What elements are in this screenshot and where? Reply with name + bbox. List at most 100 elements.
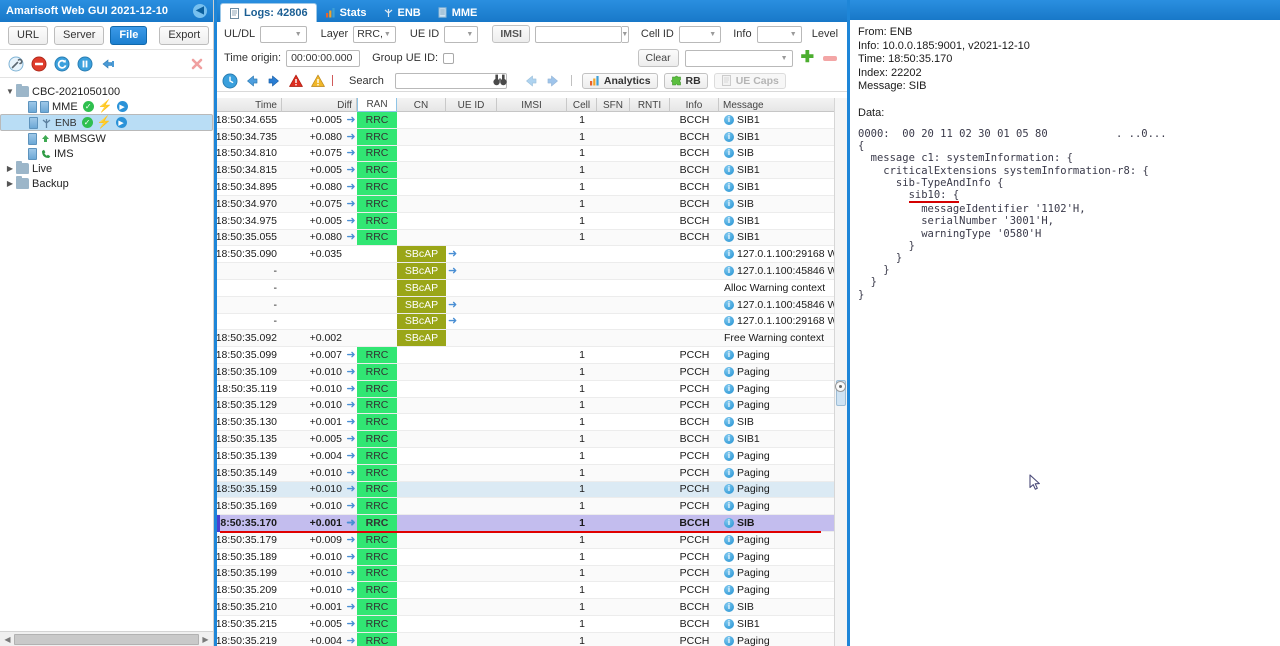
- table-row[interactable]: 18:50:35.109 +0.010 ➜ RRC 1 PCCH i Paging: [217, 363, 847, 381]
- group-ueid-checkbox[interactable]: [443, 52, 455, 64]
- tree-item-enb[interactable]: ENB ✓ ⚡ ▶: [0, 114, 213, 131]
- col-header-cn[interactable]: CN: [397, 98, 446, 112]
- expand-arrow-icon[interactable]: ▶: [4, 179, 16, 188]
- rb-button[interactable]: RB: [663, 72, 708, 89]
- wrench-icon[interactable]: [8, 56, 24, 72]
- clear-button[interactable]: Clear: [637, 49, 679, 67]
- chevron-left-icon[interactable]: ◀: [193, 4, 207, 18]
- tree-item-ims[interactable]: IMS: [0, 146, 213, 161]
- layer-select[interactable]: RRC, ▼: [353, 25, 396, 43]
- add-filter-icon[interactable]: ✚: [801, 50, 814, 66]
- table-row[interactable]: 18:50:35.099 +0.007 ➜ RRC 1 PCCH i Paging: [217, 347, 847, 364]
- tab-stats[interactable]: Stats: [317, 3, 375, 22]
- col-header-ueid[interactable]: UE ID: [446, 98, 497, 112]
- ueid-select[interactable]: ▼: [444, 25, 479, 43]
- table-row[interactable]: 18:50:35.170 +0.001 ➜ RRC 1 BCCH i SIB: [217, 515, 847, 532]
- preset-select[interactable]: ▼: [684, 49, 793, 67]
- table-row[interactable]: 18:50:35.169 +0.010 ➜ RRC 1 PCCH i Paging: [217, 498, 847, 516]
- table-row[interactable]: 18:50:34.735 +0.080 ➜ RRC 1 BCCH i SIB1: [217, 128, 847, 146]
- col-header-message[interactable]: Message: [719, 98, 847, 112]
- tab-mme[interactable]: MME: [429, 3, 486, 22]
- expand-arrow-icon[interactable]: ▼: [4, 87, 16, 96]
- server-button[interactable]: Server: [54, 26, 105, 45]
- imsi-input[interactable]: [534, 25, 622, 43]
- table-row[interactable]: 18:50:35.129 +0.010 ➜ RRC 1 PCCH i Paging: [217, 397, 847, 415]
- col-header-imsi[interactable]: IMSI: [497, 98, 567, 112]
- table-row[interactable]: 18:50:35.092 +0.002 SBcAP Free Warning cont…: [217, 330, 847, 348]
- scrollbar-thumb[interactable]: [14, 633, 199, 645]
- scroll-left-arrow-icon[interactable]: ◀: [2, 634, 13, 645]
- table-row[interactable]: 18:50:35.219 +0.004 ➜ RRC 1 PCCH i Paging: [217, 632, 847, 646]
- clock-icon[interactable]: [222, 73, 238, 89]
- table-row[interactable]: - SBcAP➜ i127.0.1.100:45846 Write repla: [217, 263, 847, 280]
- time-origin-input[interactable]: 00:00:00.000: [286, 49, 361, 67]
- arrow-right-icon[interactable]: [266, 73, 282, 89]
- expand-arrow-icon[interactable]: ▶: [4, 164, 16, 173]
- search-next-icon[interactable]: [545, 73, 561, 89]
- imsi-dropdown-arrow[interactable]: ▼: [621, 25, 629, 43]
- table-row[interactable]: 18:50:34.655 +0.005 ➜ RRC 1 BCCH i SIB1: [217, 112, 847, 129]
- col-header-rnti[interactable]: RNTI: [630, 98, 670, 112]
- uldl-select[interactable]: ▼: [260, 25, 307, 43]
- table-row[interactable]: 18:50:35.189 +0.010 ➜ RRC 1 PCCH i Paging: [217, 548, 847, 566]
- table-row[interactable]: - SBcAP➜ i127.0.1.100:29168 Write repla: [217, 313, 847, 331]
- play-icon[interactable]: ▶: [115, 117, 127, 128]
- table-vertical-scrollbar[interactable]: [834, 98, 847, 646]
- col-header-cell[interactable]: Cell: [567, 98, 597, 112]
- table-row[interactable]: 18:50:35.215 +0.005 ➜ RRC 1 BCCH i SIB1: [217, 615, 847, 633]
- table-row[interactable]: 18:50:35.210 +0.001 ➜ RRC 1 BCCH i SIB: [217, 599, 847, 616]
- table-row[interactable]: 18:50:34.975 +0.005 ➜ RRC 1 BCCH i SIB1: [217, 212, 847, 230]
- arrow-left-icon[interactable]: [244, 73, 260, 89]
- tab-enb[interactable]: ENB: [375, 3, 429, 22]
- play-icon[interactable]: ▶: [116, 101, 128, 112]
- plug-icon[interactable]: [100, 56, 116, 72]
- search-input[interactable]: [394, 72, 507, 89]
- table-row[interactable]: 18:50:35.199 +0.010 ➜ RRC 1 PCCH i Paging: [217, 565, 847, 583]
- stop-icon[interactable]: [31, 56, 47, 72]
- remove-filter-icon[interactable]: [823, 55, 837, 61]
- scroll-knob-icon[interactable]: [835, 381, 846, 392]
- warning-triangle-icon[interactable]: [310, 73, 326, 89]
- search-prev-icon[interactable]: [523, 73, 539, 89]
- col-header-ran[interactable]: RAN: [357, 98, 397, 112]
- tree-item-mme[interactable]: MME ✓ ⚡ ▶: [0, 99, 213, 114]
- scroll-right-arrow-icon[interactable]: ▶: [200, 634, 211, 645]
- file-button[interactable]: File: [110, 26, 148, 45]
- table-row[interactable]: 18:50:35.149 +0.010 ➜ RRC 1 PCCH i Paging: [217, 464, 847, 482]
- col-header-sfn[interactable]: SFN: [597, 98, 630, 112]
- refresh-icon[interactable]: [54, 56, 70, 72]
- tab-logs[interactable]: Logs: 42806: [220, 3, 317, 22]
- table-row[interactable]: - SBcAP Alloc Warning context: [217, 279, 847, 297]
- tree-item-mbmsgw[interactable]: MBMSGW: [0, 131, 213, 146]
- table-row[interactable]: 18:50:35.130 +0.001 ➜ RRC 1 BCCH i SIB: [217, 414, 847, 432]
- error-triangle-icon[interactable]: [288, 73, 304, 89]
- close-icon[interactable]: [189, 56, 205, 72]
- url-button[interactable]: URL: [8, 26, 49, 45]
- pause-icon[interactable]: [77, 56, 93, 72]
- table-row[interactable]: 18:50:35.055 +0.080 ➜ RRC 1 BCCH i SIB1: [217, 229, 847, 247]
- export-button[interactable]: Export: [159, 26, 210, 45]
- table-row[interactable]: 18:50:35.159 +0.010 ➜ RRC 1 PCCH i Paging: [217, 481, 847, 499]
- info-select[interactable]: ▼: [756, 25, 802, 43]
- table-row[interactable]: 18:50:34.895 +0.080 ➜ RRC 1 BCCH i SIB1: [217, 179, 847, 196]
- table-row[interactable]: 18:50:34.970 +0.075 ➜ RRC 1 BCCH i SIB: [217, 195, 847, 213]
- cellid-select[interactable]: ▼: [678, 25, 722, 43]
- table-row[interactable]: - SBcAP➜ i127.0.1.100:45846 Write repla: [217, 296, 847, 314]
- col-header-diff[interactable]: Diff: [282, 98, 357, 112]
- table-row[interactable]: 18:50:35.209 +0.010 ➜ RRC 1 PCCH i Paging: [217, 582, 847, 600]
- imsi-button[interactable]: IMSI: [492, 25, 530, 43]
- table-row[interactable]: 18:50:35.119 +0.010 ➜ RRC 1 PCCH i Paging: [217, 380, 847, 398]
- table-row[interactable]: 18:50:35.179 +0.009 ➜ RRC 1 PCCH i Paging: [217, 531, 847, 549]
- analytics-button[interactable]: Analytics: [581, 72, 658, 89]
- col-header-info[interactable]: Info: [670, 98, 719, 112]
- tree-item-backup[interactable]: ▶ Backup: [0, 176, 213, 191]
- table-row[interactable]: 18:50:35.135 +0.005 ➜ RRC 1 BCCH i SIB1: [217, 431, 847, 448]
- table-row[interactable]: 18:50:34.810 +0.075 ➜ RRC 1 BCCH i SIB: [217, 145, 847, 163]
- sidebar-horizontal-scrollbar[interactable]: ◀ ▶: [0, 631, 213, 646]
- table-row[interactable]: 18:50:34.815 +0.005 ➜ RRC 1 BCCH i SIB1: [217, 162, 847, 180]
- tree-item-live[interactable]: ▶ Live: [0, 161, 213, 176]
- table-row[interactable]: 18:50:35.090 +0.035 SBcAP ➜ i 127.0.1.100:291…: [217, 246, 847, 264]
- tree-item-cbc[interactable]: ▼ CBC-2021050100: [0, 84, 213, 99]
- col-header-time[interactable]: Time: [217, 98, 282, 112]
- table-row[interactable]: 18:50:35.139 +0.004 ➜ RRC 1 PCCH i Paging: [217, 447, 847, 465]
